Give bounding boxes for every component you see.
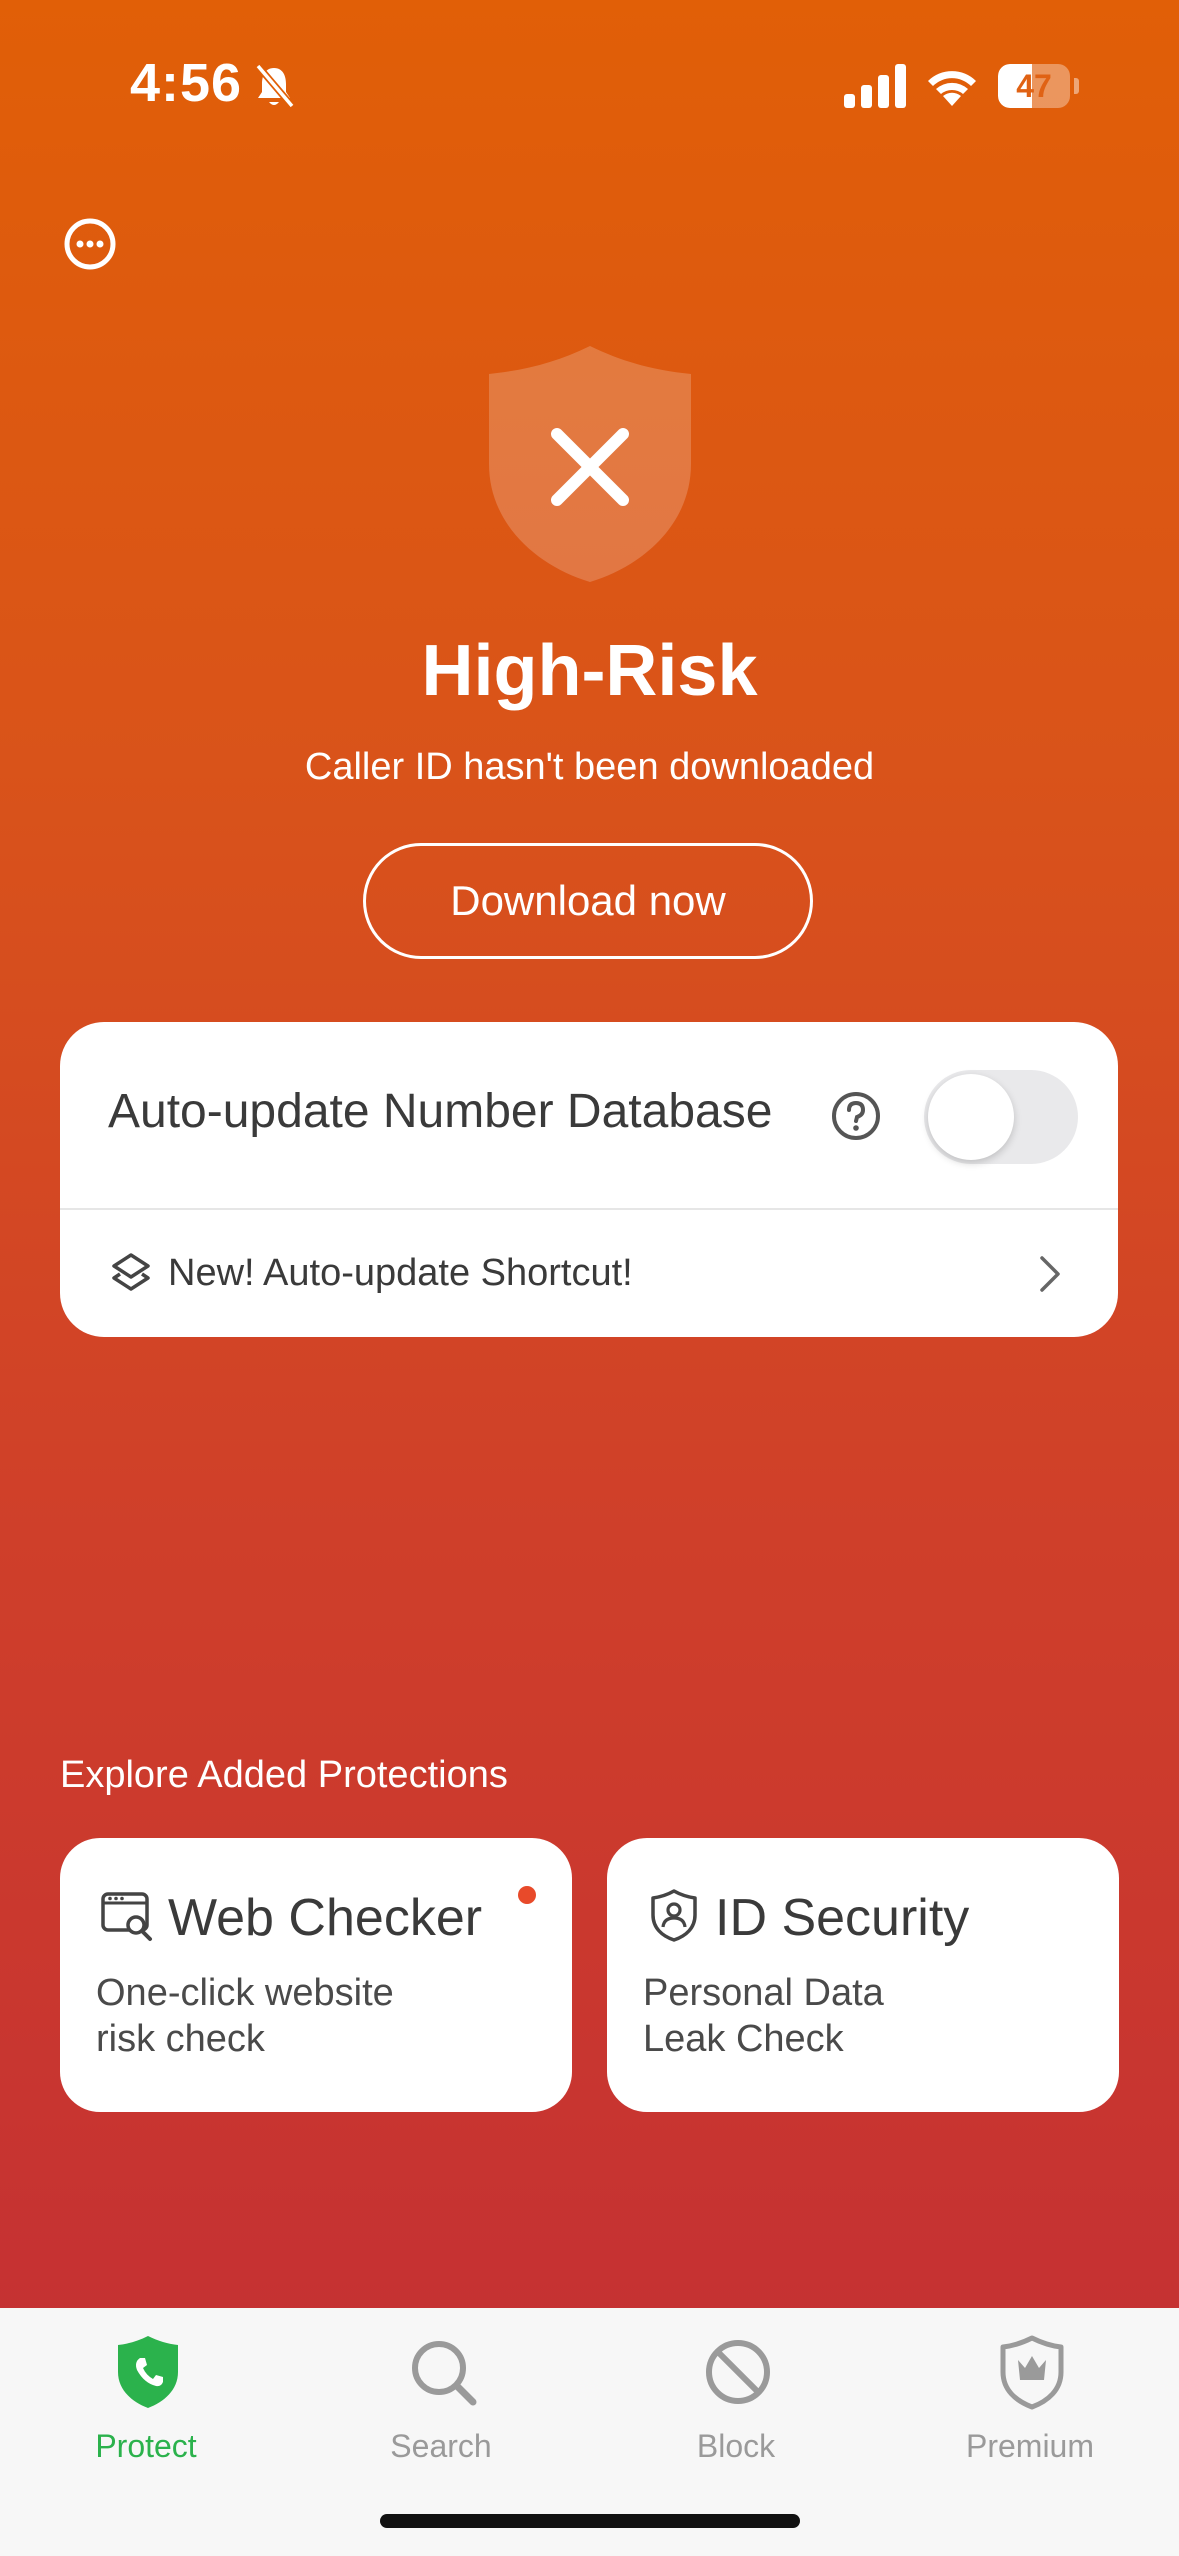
battery-percent: 47 — [1016, 68, 1052, 104]
tab-search-label: Search — [390, 2428, 492, 2464]
tab-block[interactable]: Block — [626, 2326, 846, 2466]
download-now-button[interactable]: Download now — [363, 843, 813, 959]
tab-protect[interactable]: Protect — [36, 2326, 256, 2466]
home-indicator[interactable] — [380, 2514, 800, 2528]
auto-update-label: Auto-update Number Database — [108, 1085, 773, 1138]
bell-slash-icon — [255, 63, 295, 109]
id-security-desc-line-1: Personal Data — [643, 1972, 884, 2014]
crown-shield-icon — [1000, 2335, 1064, 2410]
risk-status-title: High-Risk — [421, 631, 758, 711]
battery-body: 47 — [998, 64, 1070, 108]
status-bar: 4:56 47 — [0, 0, 1179, 170]
id-security-card[interactable]: ID Security Personal Data Leak Check — [607, 1838, 1119, 2112]
status-time: 4:56 — [130, 53, 243, 113]
chevron-right-icon — [1040, 1256, 1060, 1292]
explore-section-title: Explore Added Protections — [60, 1754, 508, 1796]
block-icon — [706, 2340, 770, 2404]
shield-phone-icon — [118, 2336, 178, 2408]
battery-indicator: 47 — [998, 64, 1079, 108]
tab-protect-label: Protect — [95, 2428, 197, 2464]
wifi-icon — [928, 71, 976, 106]
battery-tip — [1074, 78, 1079, 94]
cellular-signal-icon — [844, 64, 906, 108]
risk-shield-icon — [489, 346, 691, 582]
auto-update-shortcut-row[interactable]: New! Auto-update Shortcut! — [60, 1210, 1118, 1337]
id-security-description: Personal Data Leak Check — [643, 1970, 1063, 2062]
auto-update-card: Auto-update Number Database New! Auto-up… — [60, 1022, 1118, 1337]
id-shield-icon — [651, 1889, 697, 1942]
web-checker-desc-line-2: risk check — [96, 2018, 265, 2060]
web-check-icon — [101, 1892, 152, 1941]
web-checker-desc-line-1: One-click website — [96, 1972, 394, 2014]
auto-update-row: Auto-update Number Database — [60, 1022, 1118, 1208]
search-icon — [412, 2341, 477, 2406]
tab-search[interactable]: Search — [331, 2326, 551, 2466]
more-options-icon[interactable] — [62, 216, 118, 272]
risk-status-subtitle: Caller ID hasn't been downloaded — [304, 746, 875, 788]
tab-premium[interactable]: Premium — [920, 2326, 1140, 2466]
id-security-title: ID Security — [715, 1889, 970, 1947]
tab-premium-label: Premium — [965, 2428, 1094, 2464]
auto-update-toggle[interactable] — [924, 1070, 1078, 1164]
web-checker-title: Web Checker — [168, 1889, 483, 1947]
web-checker-card[interactable]: Web Checker One-click website risk check — [60, 1838, 572, 2112]
toggle-knob — [928, 1074, 1014, 1160]
notification-dot — [518, 1886, 536, 1904]
shortcut-label: New! Auto-update Shortcut! — [168, 1252, 633, 1294]
tab-block-label: Block — [696, 2428, 776, 2464]
shortcuts-icon — [112, 1253, 150, 1291]
help-icon[interactable] — [830, 1090, 882, 1142]
id-security-desc-line-2: Leak Check — [643, 2018, 844, 2060]
web-checker-description: One-click website risk check — [96, 1970, 516, 2062]
